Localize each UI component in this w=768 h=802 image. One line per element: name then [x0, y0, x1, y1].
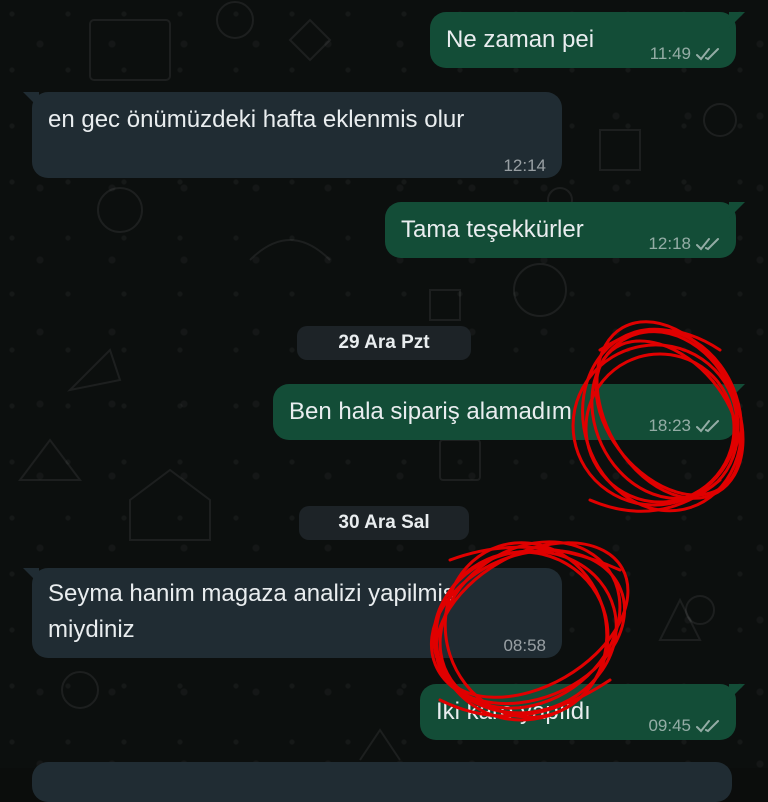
bubble-tail: [729, 384, 745, 400]
message-time: 11:49: [649, 44, 691, 63]
bubble-tail: [23, 568, 39, 584]
message-meta: 09:45: [648, 708, 722, 744]
date-separator: 29 Ara Pzt: [297, 326, 471, 360]
message-time: 12:14: [503, 156, 546, 175]
message-text: Ben hala sipariş alamadım: [289, 398, 572, 425]
message-text-line-2: miydiniz: [48, 616, 135, 643]
message-incoming-2[interactable]: Seyma hanim magaza analizi yapilmis miyd…: [23, 568, 562, 658]
message-text: en gec önümüzdeki hafta eklenmis olur: [48, 106, 465, 133]
message-meta: 18:23: [648, 408, 722, 444]
message-partial: [32, 762, 732, 802]
message-text: Iki kare yapıldı: [436, 698, 591, 725]
message-time: 08:58: [503, 636, 546, 655]
message-meta: 12:14: [503, 148, 546, 184]
message-outgoing-2[interactable]: Tama teşekkürler 12:18: [385, 202, 745, 258]
bubble-tail: [729, 684, 745, 700]
message-outgoing-3[interactable]: Ben hala sipariş alamadım 18:23: [273, 384, 745, 440]
message-outgoing-4[interactable]: Iki kare yapıldı 09:45: [420, 684, 745, 740]
message-time: 18:23: [648, 416, 691, 435]
double-check-icon: [696, 48, 719, 61]
message-text: Tama teşekkürler: [401, 216, 584, 243]
message-time: 12:18: [648, 234, 691, 253]
message-meta: 08:58: [503, 628, 546, 664]
date-separator: 30 Ara Sal: [299, 506, 469, 540]
message-text-line-1: Seyma hanim magaza analizi yapilmis: [48, 580, 455, 607]
double-check-icon: [696, 238, 719, 251]
bubble-tail: [729, 202, 745, 218]
bubble-tail: [729, 12, 745, 28]
message-time: 09:45: [648, 716, 691, 735]
bubble-tail: [23, 92, 39, 108]
message-incoming-1[interactable]: en gec önümüzdeki hafta eklenmis olur 12…: [23, 92, 562, 178]
message-outgoing-1[interactable]: Ne zaman pei 11:49: [430, 12, 745, 68]
message-text: Ne zaman pei: [446, 26, 595, 53]
message-meta: 12:18: [648, 226, 722, 262]
double-check-icon: [696, 720, 719, 733]
double-check-icon: [696, 420, 719, 433]
message-meta: 11:49: [650, 36, 722, 72]
